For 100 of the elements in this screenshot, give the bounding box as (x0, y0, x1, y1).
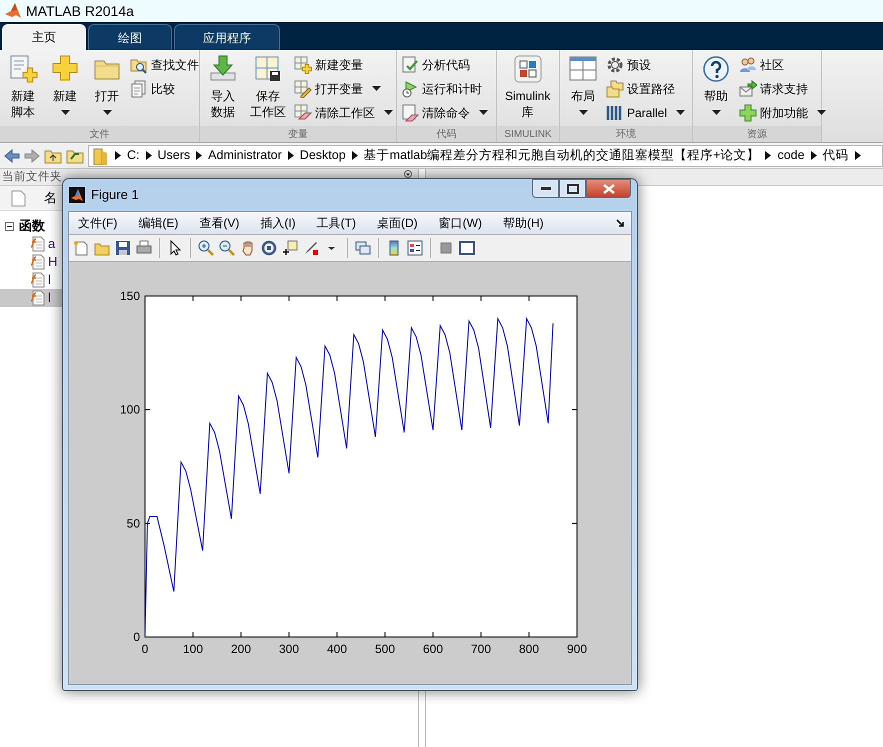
tick-label: 100 (120, 402, 140, 417)
triangle-icon (352, 151, 358, 160)
group-label: 资源 (747, 128, 767, 142)
folder-icon (93, 146, 109, 164)
close-button[interactable] (586, 179, 631, 198)
ribbon-button[interactable]: 打开变量 (294, 79, 393, 98)
triangle-icon (115, 151, 121, 160)
new-document-icon[interactable] (73, 240, 89, 256)
tick-label: 50 (126, 516, 140, 530)
ribbon-button[interactable]: 保存 工作区 (246, 54, 290, 126)
group-label: 文件 (90, 128, 110, 142)
file-list-item[interactable]: l (0, 271, 62, 289)
zoom-out-icon[interactable] (219, 240, 235, 256)
ribbon-button[interactable]: 运行和计时 (401, 79, 488, 98)
legend-icon[interactable] (407, 240, 423, 256)
rotate-icon[interactable] (261, 240, 277, 256)
menu-item[interactable]: 插入(I) (260, 214, 296, 232)
menu-item[interactable]: 工具(T) (316, 214, 356, 232)
ribbon-button[interactable]: 请求支持 (739, 79, 826, 98)
path-segment[interactable]: 代码 (822, 146, 849, 165)
path-segment[interactable]: Administrator (208, 146, 282, 165)
brush-icon[interactable] (303, 240, 319, 256)
tick-label: 500 (374, 642, 396, 656)
ribbon-button[interactable]: 社区 (739, 55, 826, 74)
data-cursor-icon[interactable] (282, 240, 298, 256)
ribbon-button[interactable]: 比较 (130, 79, 199, 98)
ribbon-button[interactable]: 设置路径 (606, 79, 686, 98)
ribbon-button[interactable]: 新建 脚本 (4, 54, 42, 126)
printer-icon[interactable] (136, 240, 152, 256)
minimize-button[interactable] (532, 179, 559, 198)
folder-up-icon[interactable] (44, 148, 62, 164)
function-file-icon (30, 236, 46, 252)
folder-arrow-icon[interactable] (66, 148, 84, 164)
path-segment[interactable]: 基于matlab编程差分方程和元胞自动机的交通阻塞模型【程序+论文】 (364, 146, 760, 165)
triangle-icon (146, 151, 152, 160)
ribbon-button[interactable]: Parallel (606, 103, 686, 122)
ribbon-button[interactable]: 预设 (606, 55, 686, 74)
linked-windows-icon[interactable] (355, 240, 371, 256)
undock-arrow-icon[interactable] (616, 219, 625, 228)
menu-item[interactable]: 文件(F) (78, 214, 118, 232)
maximize-button[interactable] (559, 179, 586, 198)
triangle-icon (765, 151, 772, 160)
group-label: 代码 (436, 128, 456, 142)
menu-item[interactable]: 查看(V) (199, 214, 240, 232)
ribbon-button[interactable]: 新建变量 (294, 55, 393, 74)
close-icon (602, 184, 614, 194)
function-file-icon (30, 272, 46, 288)
tick-label: 300 (278, 642, 300, 656)
panel-title: 当前文件夹 (2, 170, 62, 185)
table-plus-icon (294, 56, 312, 74)
ribbon-button[interactable]: 查找文件 (130, 55, 199, 74)
ribbon-tab[interactable]: 主页 (2, 24, 86, 50)
path-segment[interactable]: code (777, 146, 805, 165)
flag-clock-icon (401, 80, 419, 98)
group-label: SIMULINK (504, 128, 552, 142)
ribbon-button[interactable]: 帮助 (697, 54, 735, 126)
table-pencil-icon (294, 80, 312, 98)
tick-label: 0 (142, 642, 148, 656)
ribbon-button[interactable]: 新建 (46, 54, 84, 126)
menu-item[interactable]: 帮助(H) (502, 214, 544, 232)
back-arrow-icon[interactable] (4, 148, 20, 162)
path-segment[interactable]: C: (127, 146, 140, 165)
triangle-icon (854, 151, 861, 160)
ribbon-button[interactable]: 打开 (88, 54, 126, 126)
tick-label: 700 (470, 642, 492, 656)
minimize-icon (540, 187, 550, 190)
ribbon-tab[interactable]: 应用程序 (174, 24, 280, 50)
ribbon-button[interactable]: 布局 (564, 54, 602, 126)
forward-arrow-icon[interactable] (24, 148, 40, 162)
dropdown-circle-icon[interactable] (404, 170, 412, 178)
tick-label: 400 (326, 642, 348, 656)
path-segment[interactable]: Desktop (300, 146, 346, 165)
ribbon-button[interactable]: Simulink 库 (501, 54, 554, 126)
frame-icon[interactable] (459, 240, 475, 256)
tick-label: 600 (422, 642, 444, 656)
matlab-logo-icon (4, 2, 22, 20)
ribbon-button[interactable]: 清除工作区 (294, 103, 393, 122)
column-header[interactable]: 名 (44, 188, 57, 208)
ribbon-button[interactable]: 导入 数据 (204, 54, 242, 126)
document-eraser-icon (401, 104, 419, 122)
file-list-item[interactable]: H (0, 253, 62, 271)
file-list-item[interactable]: a (0, 235, 62, 253)
ribbon-tab[interactable]: 绘图 (88, 24, 172, 50)
ribbon-button[interactable]: 附加功能 (739, 103, 826, 122)
window-title: MATLAB R2014a (26, 2, 134, 20)
function-file-icon (30, 290, 46, 306)
zoom-in-icon[interactable] (198, 240, 214, 256)
tick-label: 0 (133, 630, 140, 644)
ribbon-button[interactable]: 清除命令 (401, 103, 488, 122)
help-icon (701, 54, 731, 84)
menu-item[interactable]: 编辑(E) (138, 214, 178, 232)
square-icon[interactable] (438, 240, 454, 256)
collapse-icon[interactable] (5, 222, 14, 230)
menu-item[interactable]: 窗口(W) (438, 214, 482, 232)
path-segment[interactable]: Users (158, 146, 190, 165)
tick-label: 200 (230, 642, 252, 656)
file-list-item[interactable]: l (0, 289, 62, 307)
menu-item[interactable]: 桌面(D) (376, 214, 418, 232)
matlab-logo-icon (69, 187, 85, 203)
ribbon-button[interactable]: 分析代码 (401, 55, 488, 74)
